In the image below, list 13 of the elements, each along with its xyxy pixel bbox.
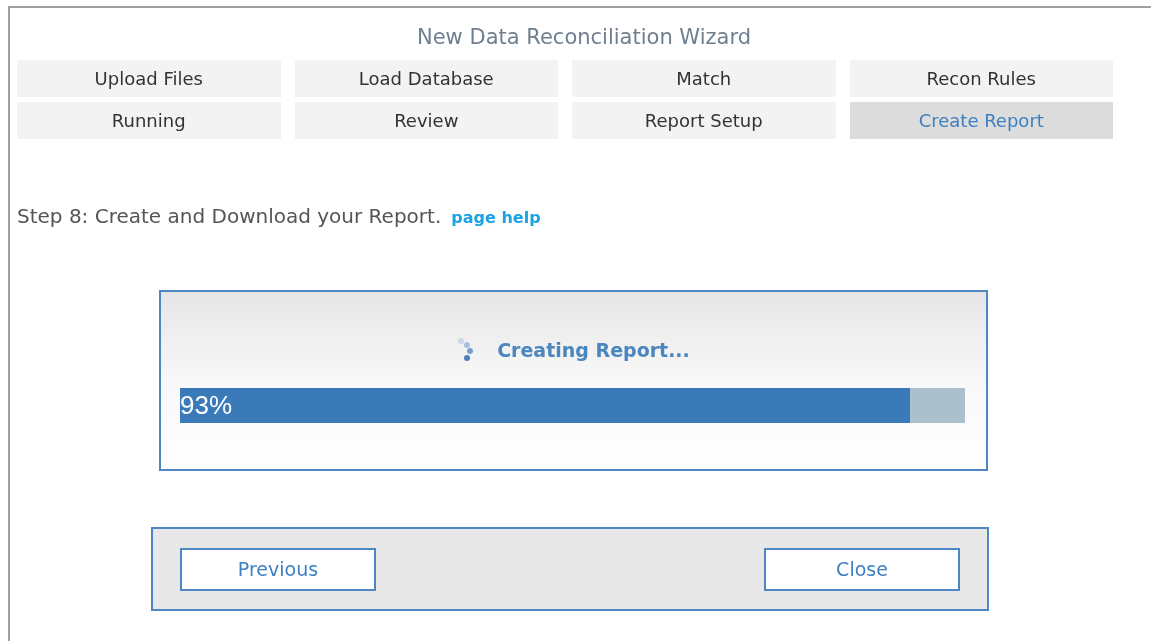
close-button[interactable]: Close [764,547,960,591]
wizard-tab[interactable]: Match [572,60,836,97]
wizard-tab[interactable]: Load Database [294,60,558,97]
step-instruction: Step 8: Create and Download your Report. [17,203,442,230]
progress-percentage: 93% [180,389,233,421]
wizard-tab[interactable]: Running [17,102,281,139]
window-title: New Data Reconciliation Wizard [417,24,751,51]
wizard-tab[interactable]: Upload Files [17,60,281,97]
status-message: Creating Report... [497,337,690,363]
wizard-tab[interactable]: Report Setup [572,102,836,139]
wizard-tab[interactable]: Recon Rules [849,60,1113,97]
wizard-tab[interactable]: Review [294,102,558,139]
previous-button[interactable]: Previous [180,547,376,591]
